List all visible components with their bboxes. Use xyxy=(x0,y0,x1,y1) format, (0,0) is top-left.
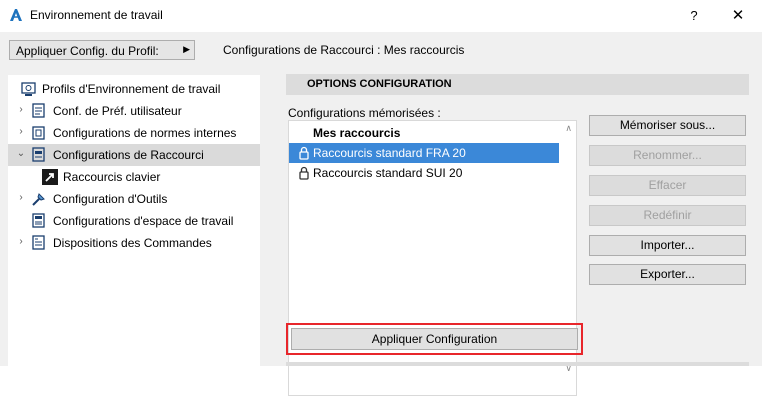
tree-item-label: Configuration d'Outils xyxy=(53,192,168,206)
keyboard-shortcut-icon xyxy=(41,168,59,186)
scroll-up-arrow-icon[interactable]: ∧ xyxy=(565,123,572,134)
tree-item-company-standards[interactable]: › Configurations de normes internes xyxy=(8,122,260,144)
settings-tree: Profils d'Environnement de travail › Con… xyxy=(8,75,260,366)
divider xyxy=(286,362,749,366)
tree-item-keyboard-shortcuts[interactable]: Raccourcis clavier xyxy=(8,166,260,188)
chevron-right-icon[interactable]: › xyxy=(15,192,27,204)
company-standards-icon xyxy=(30,124,48,142)
list-item[interactable]: Raccourcis standard FRA 20 xyxy=(289,143,559,163)
redefine-button[interactable]: Redéfinir xyxy=(589,205,746,226)
tool-settings-icon xyxy=(30,190,48,208)
import-button[interactable]: Importer... xyxy=(589,235,746,256)
list-item[interactable]: Raccourcis standard SUI 20 xyxy=(289,163,559,183)
rename-button[interactable]: Renommer... xyxy=(589,145,746,166)
options-panel: OPTIONS CONFIGURATION Configurations mém… xyxy=(286,74,749,396)
command-layouts-icon xyxy=(30,234,48,252)
apply-profile-button[interactable]: Appliquer Config. du Profil: ▶ xyxy=(9,40,195,60)
options-section-header: OPTIONS CONFIGURATION xyxy=(286,74,749,95)
chevron-right-icon[interactable]: › xyxy=(15,236,27,248)
tree-item-label: Profils d'Environnement de travail xyxy=(42,82,221,96)
chevron-right-icon[interactable]: › xyxy=(15,104,27,116)
title-bar: Environnement de travail ? ✕ xyxy=(0,0,762,33)
apply-highlight-frame: Appliquer Configuration xyxy=(286,323,583,355)
tree-item-profiles[interactable]: Profils d'Environnement de travail xyxy=(8,78,260,100)
options-section-title: OPTIONS CONFIGURATION xyxy=(307,78,452,90)
profiles-icon xyxy=(20,80,38,98)
chevron-down-icon[interactable]: ⌄ xyxy=(15,148,27,160)
export-button[interactable]: Exporter... xyxy=(589,264,746,285)
list-item[interactable]: Mes raccourcis xyxy=(289,123,559,143)
tree-item-label: Configurations d'espace de travail xyxy=(53,214,234,228)
memorized-configs-label: Configurations mémorisées : xyxy=(288,106,441,120)
tree-item-shortcut-schemes[interactable]: ⌄ Configurations de Raccourci xyxy=(8,144,260,166)
tree-item-tool-settings[interactable]: › Configuration d'Outils xyxy=(8,188,260,210)
apply-configuration-button[interactable]: Appliquer Configuration xyxy=(291,328,578,350)
tree-item-user-prefs[interactable]: › Conf. de Préf. utilisateur xyxy=(8,100,260,122)
list-item-label: Raccourcis standard FRA 20 xyxy=(313,146,466,160)
apply-profile-label: Appliquer Config. du Profil: xyxy=(16,44,159,58)
user-prefs-icon xyxy=(30,102,48,120)
tree-item-work-environment[interactable]: Configurations d'espace de travail xyxy=(8,210,260,232)
tree-item-label: Configurations de normes internes xyxy=(53,126,237,140)
tree-item-label: Configurations de Raccourci xyxy=(53,148,204,162)
shortcut-schemes-icon xyxy=(30,146,48,164)
tree-item-label: Dispositions des Commandes xyxy=(53,236,212,250)
list-item-label: Raccourcis standard SUI 20 xyxy=(313,166,463,180)
close-button[interactable]: ✕ xyxy=(724,2,752,30)
workspace-icon xyxy=(30,212,48,230)
delete-button[interactable]: Effacer xyxy=(589,175,746,196)
tree-item-command-layouts[interactable]: › Dispositions des Commandes xyxy=(8,232,260,254)
lock-icon xyxy=(299,146,309,160)
lock-icon xyxy=(299,166,309,180)
archicad-logo-icon xyxy=(8,7,24,23)
help-button[interactable]: ? xyxy=(680,2,708,30)
window-title: Environnement de travail xyxy=(30,8,163,22)
config-header: Configurations de Raccourci : Mes raccou… xyxy=(223,43,465,57)
list-item-label: Mes raccourcis xyxy=(313,126,401,140)
memorize-as-button[interactable]: Mémoriser sous... xyxy=(589,115,746,136)
tree-item-label: Raccourcis clavier xyxy=(63,170,161,184)
chevron-right-icon[interactable]: › xyxy=(15,126,27,138)
chevron-right-icon: ▶ xyxy=(183,44,190,54)
tree-item-label: Conf. de Préf. utilisateur xyxy=(53,104,182,118)
